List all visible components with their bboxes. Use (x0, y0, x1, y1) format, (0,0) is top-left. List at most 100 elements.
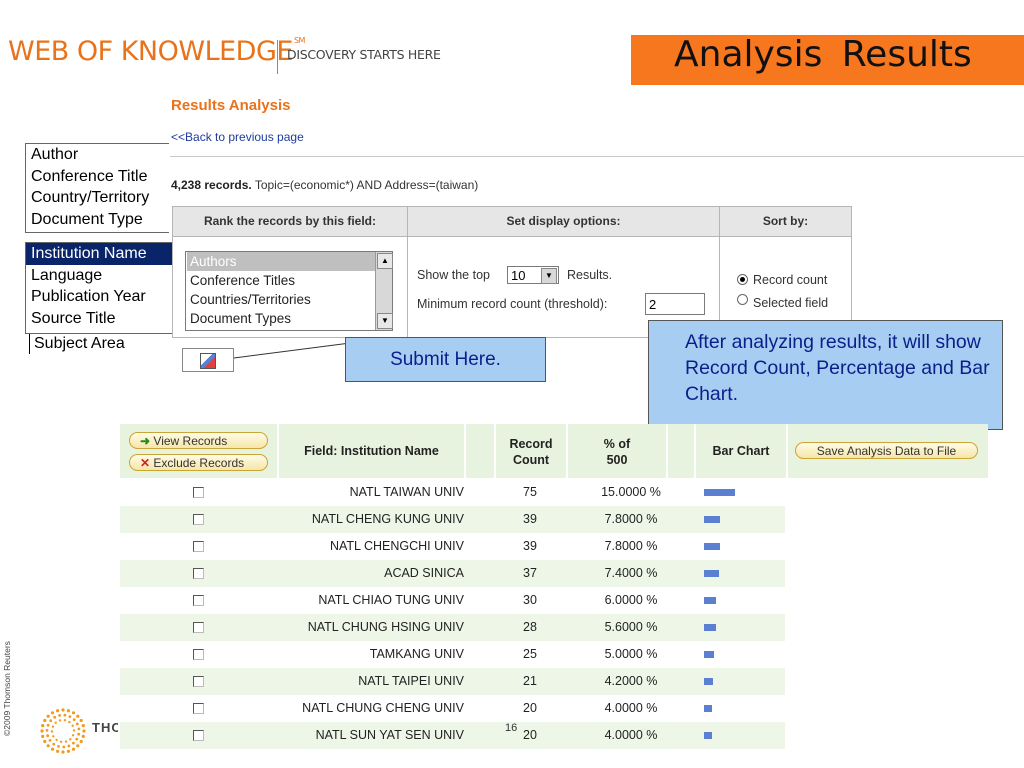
count-column-header: Record Count (496, 436, 566, 468)
back-link[interactable]: <<Back to previous page (171, 130, 304, 144)
logo-dot (43, 718, 47, 723)
bar-chart-bar (704, 705, 712, 712)
arrow-right-icon: ➜ (140, 434, 151, 448)
thomson-reuters-logo-icon (40, 708, 86, 754)
field-option[interactable]: Country/Territory (26, 187, 169, 209)
records-count: 4,238 records. (171, 178, 252, 192)
count-header-line: Record (509, 437, 553, 451)
field-option[interactable]: Author (26, 144, 169, 166)
percent-header-line: 500 (606, 453, 628, 467)
row-checkbox[interactable] (193, 730, 204, 741)
record-count: 20 (523, 701, 537, 715)
logo-dot (68, 715, 72, 718)
submit-button[interactable] (182, 348, 234, 372)
logo-dot (41, 724, 45, 728)
bar-chart-bar (704, 543, 720, 550)
record-count: 30 (523, 593, 537, 607)
sort-record-count-radio[interactable] (737, 274, 748, 285)
logo-dot (58, 719, 62, 722)
logo-dot (76, 744, 80, 748)
sort-record-count-label: Record count (753, 273, 828, 287)
field-option[interactable]: Document Type (26, 209, 169, 231)
logo-dot (51, 725, 55, 728)
row-checkbox[interactable] (193, 676, 204, 687)
exclude-records-button[interactable]: ✕ Exclude Records (129, 454, 268, 471)
row-checkbox[interactable] (193, 595, 204, 606)
record-count: 25 (523, 647, 537, 661)
row-checkbox[interactable] (193, 568, 204, 579)
record-count: 39 (523, 539, 537, 553)
count-header-line: Count (512, 453, 550, 467)
logo-divider (277, 40, 278, 74)
bar-chart-bar (704, 489, 735, 496)
copyright-notice: ©2009 Thomson Reuters (2, 641, 12, 736)
field-option[interactable]: Publication Year (26, 286, 173, 308)
logo-dot (71, 711, 76, 715)
row-checkbox[interactable] (193, 703, 204, 714)
field-option[interactable]: Language (26, 265, 173, 287)
view-records-button[interactable]: ➜ View Records (129, 432, 268, 449)
logo-dot (64, 740, 68, 743)
table-row: NATL CHENGCHI UNIV 39 7.8000 % (120, 533, 785, 560)
institution-name: NATL CHENG KUNG UNIV (311, 512, 464, 526)
logo-dot (76, 714, 80, 718)
row-checkbox[interactable] (193, 622, 204, 633)
records-summary: 4,238 records. Topic=(economic*) AND Add… (171, 178, 478, 192)
row-checkbox[interactable] (193, 514, 204, 525)
record-percent: 5.6000 % (604, 620, 658, 634)
query-text: Topic=(economic*) AND Address=(taiwan) (251, 178, 479, 192)
analysis-options-panel: Rank the records by this field: Set disp… (172, 206, 852, 338)
logo-dot (68, 720, 71, 724)
threshold-input[interactable]: 2 (645, 293, 705, 315)
rank-option-selected[interactable]: Authors (187, 252, 378, 271)
logo-dot (53, 715, 57, 719)
record-percent: 7.8000 % (604, 539, 658, 553)
bar-chart-column-header: Bar Chart (712, 444, 770, 458)
logo-dot (82, 729, 86, 733)
page-number: 16 (505, 722, 518, 734)
institution-name: NATL TAIWAN UNIV (349, 485, 464, 499)
column-divider (719, 207, 720, 337)
scroll-up-icon[interactable]: ▲ (377, 253, 393, 269)
show-top-label: Show the top (417, 268, 490, 282)
scroll-down-icon[interactable]: ▼ (377, 313, 393, 329)
logo-dot (43, 739, 47, 744)
rank-field-listbox[interactable]: Authors Conference Titles Countries/Terr… (185, 251, 393, 331)
chevron-down-icon[interactable]: ▼ (541, 268, 557, 284)
logo-dot (63, 719, 67, 722)
view-records-label: View Records (153, 434, 228, 448)
tagline: DISCOVERY STARTS HERE (287, 47, 441, 62)
show-top-select[interactable]: 10 ▼ (507, 266, 559, 284)
rank-option[interactable]: Document Types (187, 309, 378, 328)
logo-dot (69, 738, 72, 741)
rank-option[interactable]: Conference Titles (187, 271, 378, 290)
table-row: ACAD SINICA 37 7.4000 % (120, 560, 785, 587)
table-row: NATL CHUNG HSING UNIV 28 5.6000 % (120, 614, 785, 641)
logo-dot (50, 747, 55, 751)
row-checkbox[interactable] (193, 487, 204, 498)
table-row: NATL CHUNG CHENG UNIV 20 4.0000 % (120, 695, 785, 722)
logo-dot (55, 738, 58, 742)
logo-dot (50, 711, 55, 715)
logo-dot (50, 730, 54, 733)
listbox-scrollbar[interactable]: ▲ ▼ (375, 252, 393, 330)
percent-header-line: % of (603, 437, 631, 451)
field-option-subject-area[interactable]: Subject Area (29, 334, 125, 354)
field-option-selected[interactable]: Institution Name (26, 243, 173, 265)
column-divider (407, 207, 408, 337)
threshold-label: Minimum record count (threshold): (417, 297, 608, 311)
save-analysis-button[interactable]: Save Analysis Data to File (795, 442, 978, 459)
sort-selected-field-radio[interactable] (737, 294, 748, 305)
row-checkbox[interactable] (193, 649, 204, 660)
percent-column-header: % of 500 (568, 436, 666, 468)
close-icon: ✕ (140, 456, 151, 470)
bar-chart-bar (704, 678, 713, 685)
row-checkbox[interactable] (193, 541, 204, 552)
field-option[interactable]: Source Title (26, 308, 173, 330)
field-option[interactable]: Conference Title (26, 166, 169, 188)
rank-option[interactable]: Countries/Territories (187, 290, 378, 309)
info-callout: After analyzing results, it will show Re… (648, 320, 1003, 430)
callout-pointer (233, 341, 359, 359)
record-count: 37 (523, 566, 537, 580)
table-row: NATL TAIWAN UNIV 75 15.0000 % (120, 479, 785, 506)
